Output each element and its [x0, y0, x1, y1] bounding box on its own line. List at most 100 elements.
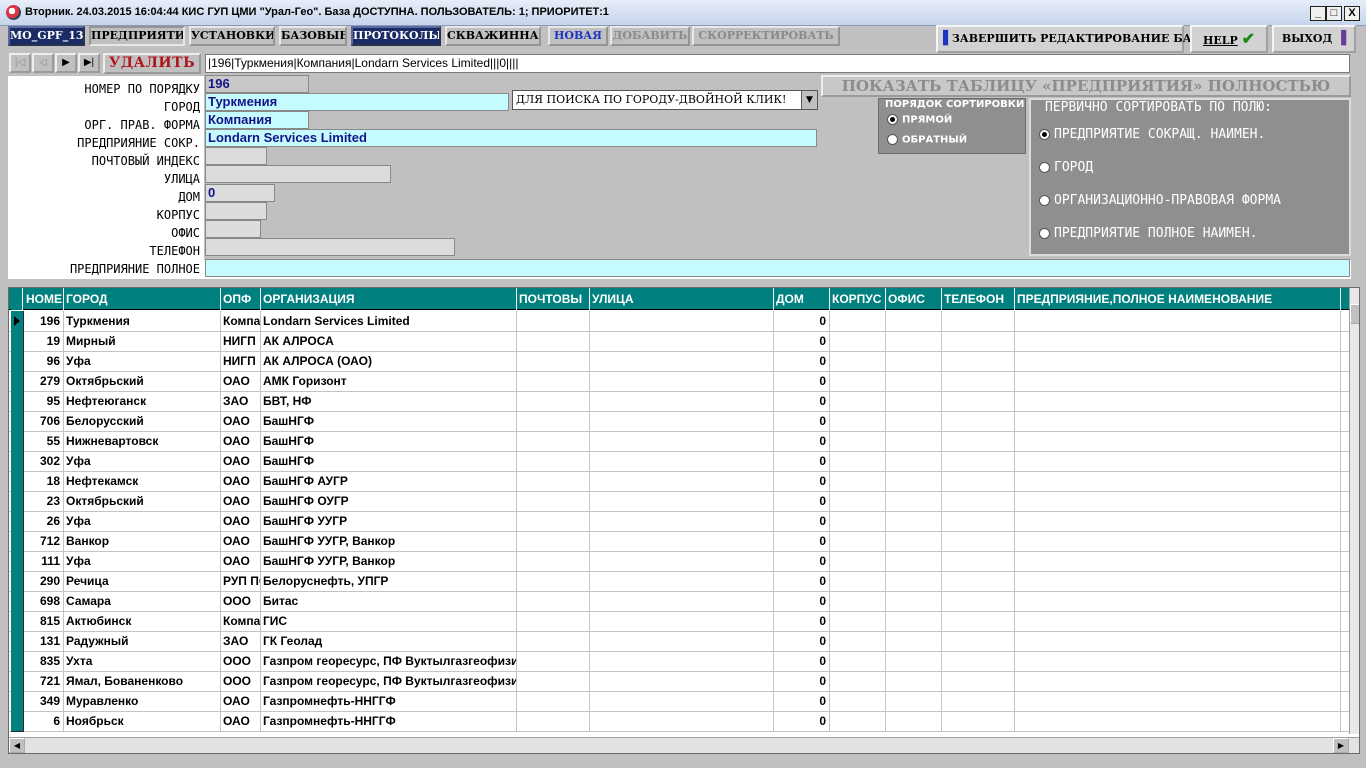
- row-indicator[interactable]: [11, 691, 24, 712]
- cell-col-legal-form[interactable]: ОАО: [221, 451, 261, 471]
- city-search-combo[interactable]: ДЛЯ ПОИСКА ПО ГОРОДУ-ДВОЙНОЙ КЛИК! ▼: [512, 90, 818, 110]
- row-indicator[interactable]: [11, 611, 24, 632]
- cell-col-full-name[interactable]: [1015, 431, 1341, 451]
- table-row[interactable]: 131 Радужный ЗАО ГК Геолад 0: [9, 631, 1349, 652]
- header-col-office[interactable]: ОФИС: [886, 288, 942, 310]
- cell-col-city[interactable]: Ноябрьск: [64, 711, 221, 731]
- cell-col-building[interactable]: [830, 331, 886, 351]
- cell-col-postcode[interactable]: [517, 411, 590, 431]
- cell-col-full-name[interactable]: [1015, 451, 1341, 471]
- cell-col-legal-form[interactable]: НИГП: [221, 331, 261, 351]
- legal-form-field[interactable]: Компания: [205, 111, 309, 129]
- cell-col-legal-form[interactable]: ОАО: [221, 411, 261, 431]
- cell-col-building[interactable]: [830, 531, 886, 551]
- header-col-full-name[interactable]: ПРЕДПРИЯНИЕ,ПОЛНОЕ НАИМЕНОВАНИЕ: [1015, 288, 1341, 310]
- cell-col-number[interactable]: 815: [24, 611, 64, 631]
- cell-col-office[interactable]: [886, 571, 942, 591]
- sort-field-option-short-name[interactable]: ПРЕДПРИЯТИЕ СОКРАЩ. НАИМЕН.: [1039, 127, 1265, 142]
- cell-col-legal-form[interactable]: Компания: [221, 611, 261, 631]
- cell-col-city[interactable]: Нижневартовск: [64, 431, 221, 451]
- sort-reverse-radio[interactable]: ОБРАТНЫЙ: [887, 134, 967, 146]
- cell-col-legal-form[interactable]: ООО: [221, 671, 261, 691]
- cell-col-house[interactable]: 0: [774, 451, 830, 471]
- cell-col-legal-form[interactable]: ООО: [221, 651, 261, 671]
- cell-col-office[interactable]: [886, 431, 942, 451]
- cell-col-office[interactable]: [886, 331, 942, 351]
- current-row-indicator-icon[interactable]: [11, 311, 24, 332]
- tab-enterprises[interactable]: ПРЕДПРИЯТИЯ: [89, 26, 185, 46]
- cell-col-full-name[interactable]: [1015, 371, 1341, 391]
- cell-col-organization[interactable]: БашНГФ УУГР, Ванкор: [261, 551, 517, 571]
- cell-col-street[interactable]: [590, 411, 774, 431]
- cell-col-postcode[interactable]: [517, 371, 590, 391]
- cell-col-office[interactable]: [886, 311, 942, 331]
- cell-col-phone[interactable]: [942, 451, 1015, 471]
- postcode-field[interactable]: [205, 147, 267, 165]
- cell-col-organization[interactable]: БашНГФ УУГР, Ванкор: [261, 531, 517, 551]
- cell-col-city[interactable]: Уфа: [64, 351, 221, 371]
- cell-col-phone[interactable]: [942, 711, 1015, 731]
- exit-button[interactable]: ВЫХОД ▐: [1272, 25, 1356, 53]
- row-indicator[interactable]: [11, 371, 24, 392]
- cell-col-full-name[interactable]: [1015, 531, 1341, 551]
- cell-col-number[interactable]: 26: [24, 511, 64, 531]
- cell-col-legal-form[interactable]: РУП ПО: [221, 571, 261, 591]
- cell-col-legal-form[interactable]: ОАО: [221, 431, 261, 451]
- header-col-building[interactable]: КОРПУС: [830, 288, 886, 310]
- cell-col-office[interactable]: [886, 711, 942, 731]
- cell-col-legal-form[interactable]: ЗАО: [221, 391, 261, 411]
- cell-col-full-name[interactable]: [1015, 331, 1341, 351]
- cell-col-number[interactable]: 279: [24, 371, 64, 391]
- table-row[interactable]: 835 Ухта ООО Газпром георесурс, ПФ Вуктылга…: [9, 651, 1349, 672]
- cell-col-city[interactable]: Ухта: [64, 651, 221, 671]
- cell-col-legal-form[interactable]: ОАО: [221, 531, 261, 551]
- delete-button[interactable]: УДАЛИТЬ :: [103, 53, 201, 88]
- cell-col-street[interactable]: [590, 611, 774, 631]
- cell-col-postcode[interactable]: [517, 611, 590, 631]
- cell-col-office[interactable]: [886, 411, 942, 431]
- cell-col-phone[interactable]: [942, 431, 1015, 451]
- header-col-city[interactable]: ГОРОД: [64, 288, 221, 310]
- horizontal-scrollbar[interactable]: ◀ ▶: [9, 737, 1359, 753]
- cell-col-phone[interactable]: [942, 351, 1015, 371]
- cell-col-phone[interactable]: [942, 631, 1015, 651]
- cell-col-building[interactable]: [830, 571, 886, 591]
- cell-col-street[interactable]: [590, 551, 774, 571]
- cell-col-full-name[interactable]: [1015, 391, 1341, 411]
- cell-col-legal-form[interactable]: ОАО: [221, 711, 261, 731]
- show-full-table-button[interactable]: ПОКАЗАТЬ ТАБЛИЦУ «ПРЕДПРИЯТИЯ» ПОЛНОСТЬЮ: [821, 75, 1351, 97]
- row-indicator[interactable]: [11, 491, 24, 512]
- cell-col-street[interactable]: [590, 371, 774, 391]
- cell-col-city[interactable]: Октябрьский: [64, 371, 221, 391]
- row-indicator[interactable]: [11, 531, 24, 552]
- cell-col-full-name[interactable]: [1015, 411, 1341, 431]
- cell-col-city[interactable]: Белорусский: [64, 411, 221, 431]
- cell-col-full-name[interactable]: [1015, 311, 1341, 331]
- cell-col-organization[interactable]: БашНГФ ОУГР: [261, 491, 517, 511]
- cell-col-office[interactable]: [886, 451, 942, 471]
- cell-col-city[interactable]: Нефтекамск: [64, 471, 221, 491]
- tab-protocols[interactable]: ПРОТОКОЛЫ: [351, 26, 441, 46]
- scroll-left-icon[interactable]: ◀: [9, 738, 25, 753]
- row-indicator[interactable]: [11, 671, 24, 692]
- cell-col-number[interactable]: 6: [24, 711, 64, 731]
- full-name-field[interactable]: [205, 259, 1350, 277]
- cell-col-number[interactable]: 706: [24, 411, 64, 431]
- tab-base[interactable]: БАЗОВЫЕ: [279, 26, 347, 46]
- cell-col-city[interactable]: Октябрьский: [64, 491, 221, 511]
- scroll-thumb[interactable]: [1350, 304, 1359, 324]
- street-field[interactable]: [205, 165, 391, 183]
- cell-col-organization[interactable]: АК АЛРОСА: [261, 331, 517, 351]
- cell-col-full-name[interactable]: [1015, 651, 1341, 671]
- cell-col-building[interactable]: [830, 511, 886, 531]
- cell-col-number[interactable]: 712: [24, 531, 64, 551]
- table-row[interactable]: 26 Уфа ОАО БашНГФ УУГР 0: [9, 511, 1349, 532]
- cell-col-building[interactable]: [830, 311, 886, 331]
- house-field[interactable]: 0: [205, 184, 275, 202]
- cell-col-house[interactable]: 0: [774, 591, 830, 611]
- cell-col-street[interactable]: [590, 471, 774, 491]
- cell-col-full-name[interactable]: [1015, 631, 1341, 651]
- cell-col-postcode[interactable]: [517, 351, 590, 371]
- prev-record-button[interactable]: ◁: [32, 53, 54, 73]
- cell-col-street[interactable]: [590, 391, 774, 411]
